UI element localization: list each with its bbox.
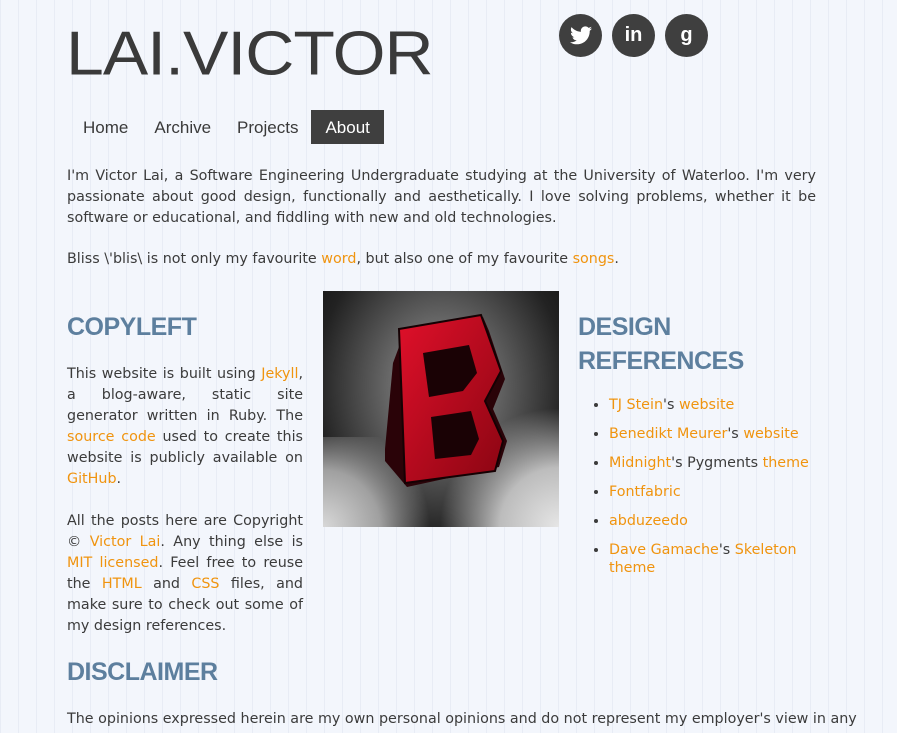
victor-lai-link[interactable]: Victor Lai bbox=[90, 534, 161, 550]
list-item: Fontfabric bbox=[609, 483, 818, 501]
list-item: abduzeedo bbox=[609, 512, 818, 530]
nav-projects[interactable]: Projects bbox=[224, 110, 311, 144]
benedikt-meurer-link[interactable]: Benedikt Meurer bbox=[609, 426, 727, 442]
site-logo[interactable]: LAI.VICTOR bbox=[66, 22, 434, 85]
github-link[interactable]: GitHub bbox=[67, 471, 117, 487]
tj-stein-link[interactable]: TJ Stein bbox=[609, 397, 663, 413]
nav-home[interactable]: Home bbox=[70, 110, 141, 144]
dave-gamache-link[interactable]: Dave Gamache bbox=[609, 542, 719, 558]
intro-paragraph: I'm Victor Lai, a Software Engineering U… bbox=[67, 168, 816, 226]
social-links: in g bbox=[559, 14, 708, 57]
copyleft-paragraph-1: This website is built using Jekyll, a bl… bbox=[67, 364, 303, 490]
copyleft-paragraph-2: All the posts here are Copyright © Victo… bbox=[67, 511, 303, 637]
references-list: TJ Stein's website Benedikt Meurer's web… bbox=[578, 396, 818, 577]
disclaimer-text: The opinions expressed herein are my own… bbox=[67, 711, 857, 727]
theme-link[interactable]: theme bbox=[763, 455, 809, 471]
nav-about[interactable]: About bbox=[311, 110, 384, 144]
css-link[interactable]: CSS bbox=[191, 576, 219, 592]
disclaimer-heading: Disclaimer bbox=[67, 658, 218, 686]
bliss-text: . bbox=[614, 251, 619, 267]
main-nav: Home Archive Projects About bbox=[70, 110, 384, 144]
google-plus-icon[interactable]: g bbox=[665, 14, 708, 57]
list-item: Dave Gamache's Skeleton theme bbox=[609, 541, 818, 577]
mit-license-link[interactable]: MIT licensed bbox=[67, 555, 158, 571]
bliss-paragraph: Bliss \'blis\ is not only my favourite w… bbox=[67, 249, 816, 270]
text: and bbox=[141, 576, 192, 592]
jekyll-link[interactable]: Jekyll bbox=[261, 366, 298, 382]
design-references-section: Design References TJ Stein's website Ben… bbox=[578, 310, 818, 588]
bliss-text: Bliss \'blis\ is not only my favourite bbox=[67, 251, 322, 267]
word-link[interactable]: word bbox=[321, 251, 356, 267]
design-references-heading: Design References bbox=[578, 313, 744, 375]
fontfabric-link[interactable]: Fontfabric bbox=[609, 484, 681, 500]
copyleft-section: Copyleft This website is built using Jek… bbox=[67, 310, 303, 658]
website-link[interactable]: website bbox=[743, 426, 798, 442]
songs-link[interactable]: songs bbox=[573, 251, 615, 267]
list-item: TJ Stein's website bbox=[609, 396, 818, 414]
b-letter-icon bbox=[385, 313, 507, 487]
html-link[interactable]: HTML bbox=[102, 576, 142, 592]
abduzeedo-link[interactable]: abduzeedo bbox=[609, 513, 688, 529]
b-logo-image bbox=[323, 291, 559, 527]
copyleft-heading: Copyleft bbox=[67, 313, 197, 341]
linkedin-icon[interactable]: in bbox=[612, 14, 655, 57]
midnight-link[interactable]: Midnight bbox=[609, 455, 671, 471]
twitter-icon[interactable] bbox=[559, 14, 602, 57]
list-item: Midnight's Pygments theme bbox=[609, 454, 818, 472]
bliss-text: , but also one of my favourite bbox=[356, 251, 573, 267]
text: 's Pygments bbox=[671, 455, 763, 471]
text: 's bbox=[718, 542, 735, 558]
text: . Any thing else is bbox=[160, 534, 304, 550]
text: 's bbox=[663, 397, 679, 413]
list-item: Benedikt Meurer's website bbox=[609, 425, 818, 443]
text: . bbox=[116, 471, 122, 487]
nav-archive[interactable]: Archive bbox=[141, 110, 224, 144]
text: 's bbox=[727, 426, 744, 442]
source-code-link[interactable]: source code bbox=[67, 429, 156, 445]
website-link[interactable]: website bbox=[679, 397, 734, 413]
text: This website is built using bbox=[67, 366, 262, 382]
